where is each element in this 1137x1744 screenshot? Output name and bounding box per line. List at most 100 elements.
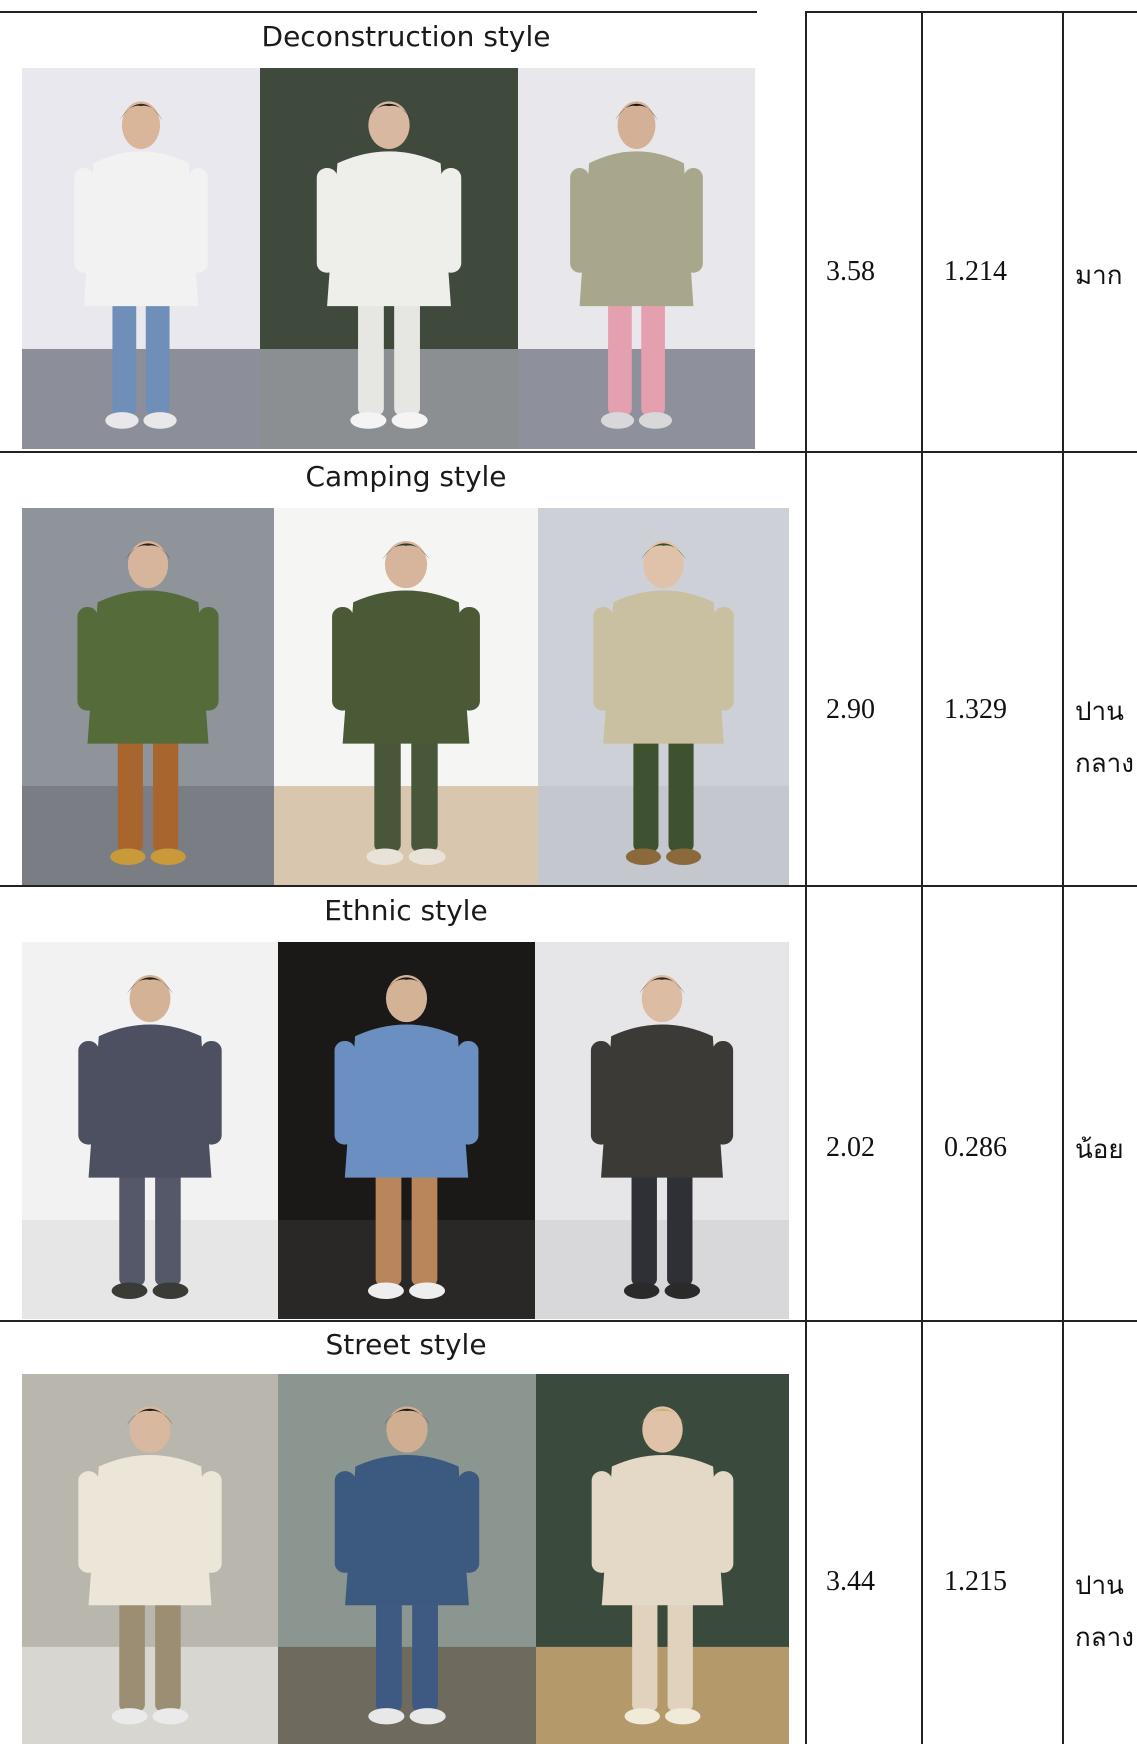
figure-right-leg [641, 296, 665, 416]
figure-left-leg [119, 1168, 145, 1287]
figure-torso [88, 1454, 212, 1606]
figure-right-leg [667, 1596, 693, 1712]
figure-left-arm [570, 168, 590, 273]
column-divider [1062, 11, 1064, 1744]
figure-head [386, 1406, 428, 1453]
level-label: ปาน กลาง [1075, 686, 1134, 790]
outfit-photo [22, 942, 278, 1319]
figure-left-leg [631, 1168, 657, 1287]
outfit-photo [278, 942, 535, 1319]
figure-left-shoe [368, 1708, 405, 1725]
outfit-photo [518, 68, 755, 449]
figure-torso [579, 151, 694, 307]
photo-floor [278, 1220, 535, 1319]
figure-left-arm [332, 606, 354, 711]
figure-left-arm [591, 1471, 612, 1573]
photo-floor [22, 1646, 278, 1744]
figure-torso [88, 1024, 212, 1178]
figure-left-leg [117, 734, 143, 853]
figure-right-leg [153, 734, 179, 853]
figure-head [129, 974, 171, 1023]
figure-right-arm [201, 1040, 222, 1145]
figure-torso [342, 590, 470, 744]
figure-left-leg [608, 296, 632, 416]
figure-left-leg [633, 734, 659, 853]
sd-value: 1.215 [944, 1566, 1007, 1597]
outfit-photo [22, 68, 260, 449]
outfit-photo [274, 508, 538, 885]
figure-torso [344, 1024, 469, 1178]
figure-right-leg [411, 734, 438, 853]
figure-left-shoe [367, 1282, 404, 1299]
figure-right-shoe [666, 848, 702, 865]
level-text: น้อย [1075, 1135, 1124, 1165]
style-title: Street style [325, 1328, 487, 1361]
figure-right-leg [668, 734, 694, 853]
figure-left-arm [334, 1040, 356, 1145]
figure-torso [603, 590, 724, 744]
mean-value: 2.02 [826, 1132, 875, 1163]
photo-floor [538, 786, 789, 885]
figure-right-shoe [408, 848, 446, 865]
outfit-photo [536, 1374, 789, 1744]
figure-torso [601, 1024, 723, 1178]
mean-value: 3.44 [826, 1566, 875, 1597]
figure-left-shoe [105, 412, 139, 429]
level-label: ปาน กลาง [1075, 1560, 1134, 1664]
figure-left-shoe [624, 1708, 660, 1725]
figure-right-arm [457, 1040, 479, 1145]
outfit-photo [260, 68, 518, 449]
photo-floor [274, 786, 538, 885]
figure-head [617, 101, 656, 149]
figure-right-arm [713, 1471, 734, 1573]
figure-right-leg [155, 1596, 181, 1712]
outfit-photo [22, 508, 274, 885]
figure-torso [601, 1454, 724, 1606]
figure-left-leg [112, 296, 137, 416]
figure-right-shoe [391, 412, 428, 429]
figure-torso [83, 151, 199, 307]
figure-left-shoe [366, 848, 404, 865]
figure-left-shoe [350, 412, 387, 429]
figure-head [384, 540, 428, 589]
figure-left-leg [374, 734, 401, 853]
col-top-border [805, 11, 1137, 13]
sd-value: 1.214 [944, 256, 1007, 287]
figure-right-leg [411, 1168, 438, 1287]
figure-left-leg [358, 296, 384, 416]
figure-right-shoe [143, 412, 177, 429]
figure-right-leg [145, 296, 170, 416]
figure-left-arm [77, 606, 98, 711]
figure-right-arm [458, 1471, 480, 1573]
mean-value: 3.58 [826, 256, 875, 287]
figure-head [643, 540, 684, 589]
figure-right-shoe [152, 1708, 189, 1725]
style-title: Camping style [305, 460, 507, 493]
figure-right-leg [155, 1168, 181, 1287]
figure-left-shoe [625, 848, 661, 865]
photo-floor [535, 1220, 789, 1319]
figure-left-arm [590, 1040, 612, 1145]
figure-left-arm [593, 606, 614, 711]
figure-left-shoe [111, 1708, 148, 1725]
figure-left-leg [632, 1596, 658, 1712]
figure-left-arm [334, 1471, 356, 1573]
figure-right-shoe [665, 1708, 701, 1725]
style-title: Deconstruction style [261, 20, 551, 53]
column-divider [805, 11, 807, 1744]
style-title: Ethnic style [324, 894, 488, 927]
outfit-photo [535, 942, 789, 1319]
figure-left-leg [119, 1596, 145, 1712]
photo-floor [278, 1646, 536, 1744]
figure-right-leg [412, 1596, 438, 1712]
figure-right-arm [712, 1040, 734, 1145]
figure-left-shoe [600, 412, 635, 429]
row-divider [0, 451, 1137, 453]
figure-right-shoe [664, 1282, 701, 1299]
figure-left-arm [74, 168, 94, 273]
row-divider [0, 885, 1137, 887]
figure-head [121, 101, 161, 149]
figure-right-shoe [638, 412, 673, 429]
photo-floor [22, 348, 260, 449]
figure-right-shoe [152, 1282, 189, 1299]
